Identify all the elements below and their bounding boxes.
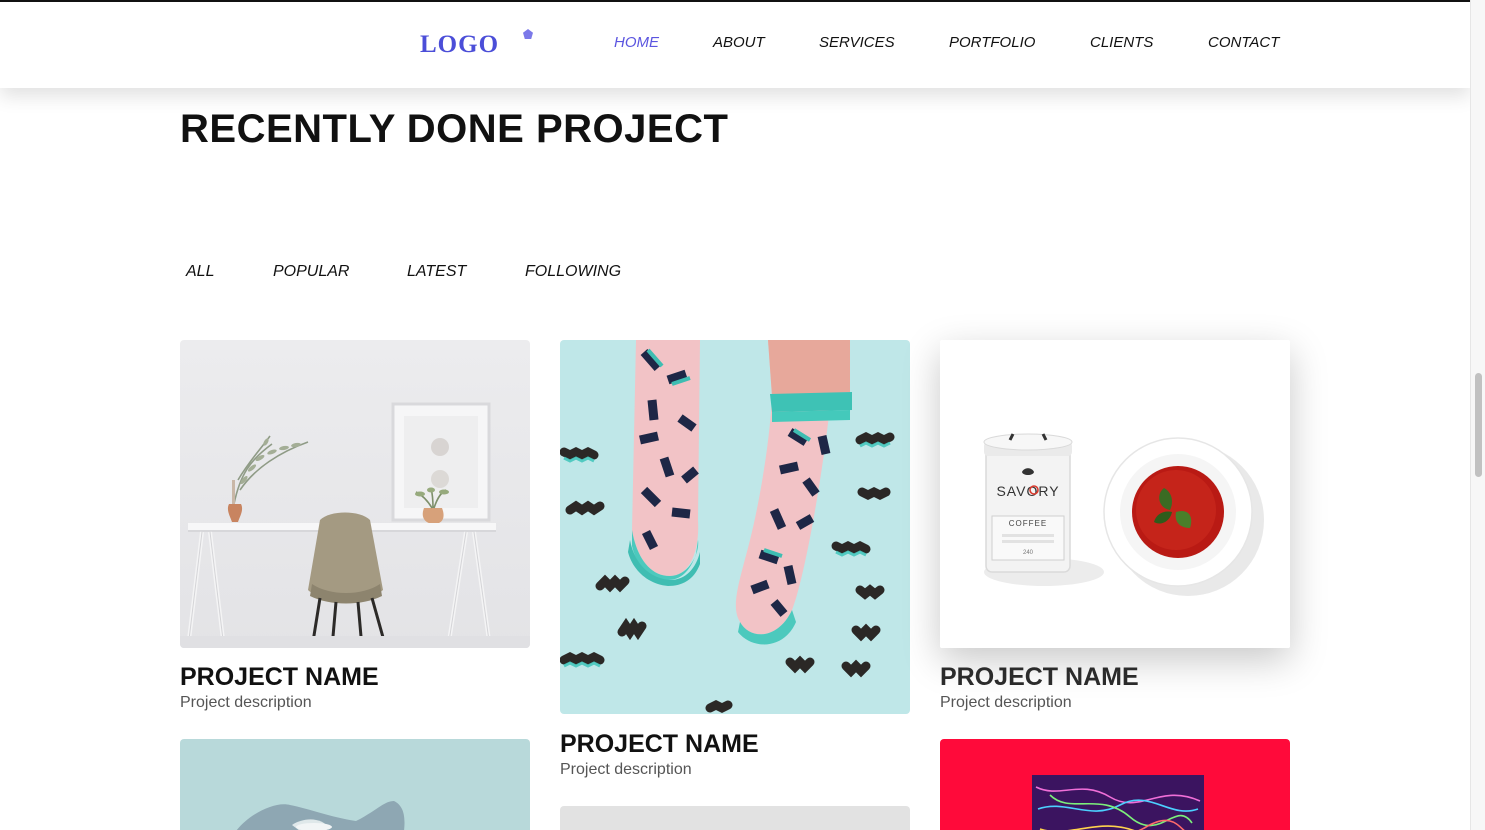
filter-all-tab[interactable]: ALL: [186, 262, 214, 281]
patterned-socks-photo[interactable]: [560, 340, 910, 714]
sneaker-photo[interactable]: [180, 739, 530, 830]
project-name[interactable]: PROJECT NAME: [180, 663, 379, 691]
project-description: Project description: [180, 694, 312, 711]
logo-pentagon-icon: [523, 29, 533, 39]
filter-popular-tab[interactable]: POPULAR: [273, 262, 349, 281]
window-top-border: [0, 0, 1470, 2]
sneaker-illustration: [180, 739, 530, 830]
abstract-art-illustration: [940, 739, 1290, 830]
red-abstract-art-photo[interactable]: [940, 739, 1290, 830]
project-name[interactable]: PROJECT NAME: [940, 663, 1139, 691]
project-card[interactable]: PROJECT NAME Project description: [180, 340, 530, 720]
filter-following-tab[interactable]: FOLLOWING: [525, 262, 621, 281]
page-scrollbar[interactable]: [1470, 0, 1485, 830]
site-logo[interactable]: LOGO: [420, 30, 499, 60]
project-card[interactable]: [180, 739, 530, 830]
filter-latest-tab[interactable]: LATEST: [407, 262, 466, 281]
savory-illustration: SAVORY COFFEE 240: [940, 340, 1290, 648]
scrollbar-thumb[interactable]: [1475, 373, 1482, 477]
browser-viewport: LOGO HOME ABOUT SERVICES PORTFOLIO CLIEN…: [0, 0, 1485, 830]
socks-illustration: [560, 340, 910, 714]
project-description: Project description: [560, 761, 692, 778]
grey-photo[interactable]: [560, 806, 910, 830]
desk-chair-photo[interactable]: [180, 340, 530, 648]
project-card[interactable]: [560, 806, 910, 830]
project-name[interactable]: PROJECT NAME: [560, 730, 759, 758]
savory-brand-text: SAVORY: [996, 483, 1059, 499]
nav-contact-link[interactable]: CONTACT: [1208, 34, 1279, 52]
project-description: Project description: [940, 694, 1072, 711]
project-card[interactable]: [940, 739, 1290, 830]
nav-about-link[interactable]: ABOUT: [713, 34, 765, 52]
nav-clients-link[interactable]: CLIENTS: [1090, 34, 1153, 52]
savory-coffee-soup-photo[interactable]: SAVORY COFFEE 240: [940, 340, 1290, 648]
nav-services-link[interactable]: SERVICES: [819, 34, 895, 52]
project-card[interactable]: SAVORY COFFEE 240 PROJECT NAME Project d…: [940, 340, 1290, 720]
nav-portfolio-link[interactable]: PORTFOLIO: [949, 34, 1035, 52]
savory-product-text: COFFEE: [1009, 519, 1047, 528]
desk-chair-illustration: [180, 340, 530, 648]
site-header: LOGO HOME ABOUT SERVICES PORTFOLIO CLIEN…: [0, 0, 1470, 88]
project-card[interactable]: PROJECT NAME Project description: [560, 340, 910, 790]
section-title: RECENTLY DONE PROJECT: [180, 107, 729, 151]
savory-weight-text: 240: [1023, 550, 1034, 556]
nav-home-link[interactable]: HOME: [614, 34, 659, 52]
